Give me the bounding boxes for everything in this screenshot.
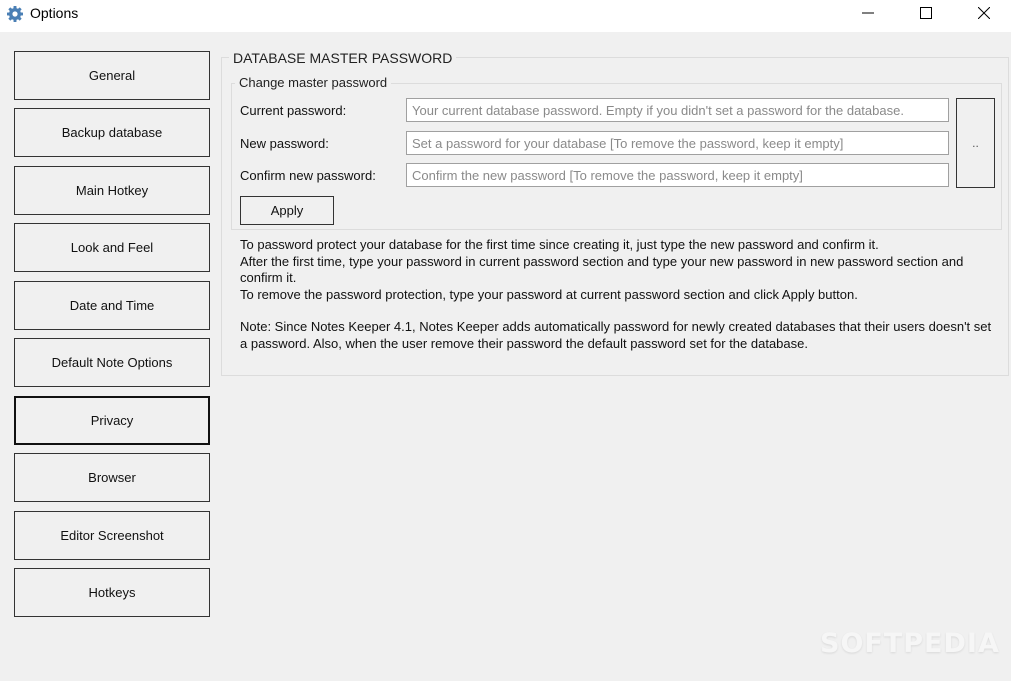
sidebar-item-label: Look and Feel [70, 240, 154, 255]
apply-label: Apply [270, 203, 304, 218]
sidebar-item-backup-database[interactable]: Backup database [14, 108, 210, 157]
sidebar-item-label: Date and Time [69, 298, 155, 313]
ellipsis-label: .. [972, 136, 979, 150]
sidebar-item-privacy[interactable]: Privacy [14, 396, 210, 445]
help-line: After the first time, type your password… [240, 253, 964, 286]
sidebar-item-label: Default Note Options [51, 355, 173, 370]
sidebar-item-default-note-options[interactable]: Default Note Options [14, 338, 210, 387]
minimize-button[interactable] [839, 0, 897, 28]
close-button[interactable] [955, 0, 1011, 28]
sidebar-item-hotkeys[interactable]: Hotkeys [14, 568, 210, 617]
help-note: Note: Since Notes Keeper 4.1, Notes Keep… [240, 319, 992, 351]
sidebar-item-label: Privacy [90, 413, 134, 428]
confirm-password-input[interactable] [406, 163, 949, 187]
show-password-button[interactable]: .. [956, 98, 995, 188]
sidebar-item-label: Editor Screenshot [60, 528, 164, 543]
current-password-input[interactable] [406, 98, 949, 122]
minimize-icon [862, 7, 874, 22]
watermark: SOFTPEDIA [820, 628, 1000, 659]
sidebar-item-label: Main Hotkey [75, 183, 149, 198]
sidebar-item-label: General [88, 68, 136, 83]
apply-button[interactable]: Apply [240, 196, 334, 225]
help-text: To password protect your database for th… [240, 237, 1000, 352]
sidebar-item-browser[interactable]: Browser [14, 453, 210, 502]
help-line: To remove the password protection, type … [240, 286, 858, 302]
new-password-input[interactable] [406, 131, 949, 155]
gear-icon [6, 5, 24, 23]
sidebar-item-label: Browser [88, 470, 136, 485]
sidebar-item-general[interactable]: General [14, 51, 210, 100]
maximize-button[interactable] [897, 0, 955, 28]
current-password-label: Current password: [240, 103, 347, 118]
sidebar-item-date-and-time[interactable]: Date and Time [14, 281, 210, 330]
group-title: Change master password [235, 75, 392, 90]
sidebar-item-editor-screenshot[interactable]: Editor Screenshot [14, 511, 210, 560]
help-line: To password protect your database for th… [240, 237, 879, 252]
close-icon [977, 6, 991, 22]
confirm-password-label: Confirm new password: [240, 168, 376, 183]
sidebar-item-look-and-feel[interactable]: Look and Feel [14, 223, 210, 272]
sidebar-item-label: Hotkeys [88, 585, 136, 600]
sidebar-item-label: Backup database [61, 125, 163, 140]
window-title: Options [30, 5, 79, 21]
section-title: DATABASE MASTER PASSWORD [229, 50, 457, 66]
sidebar-item-main-hotkey[interactable]: Main Hotkey [14, 166, 210, 215]
new-password-label: New password: [240, 136, 329, 151]
maximize-icon [920, 6, 932, 22]
title-bar: Options [0, 0, 1011, 32]
